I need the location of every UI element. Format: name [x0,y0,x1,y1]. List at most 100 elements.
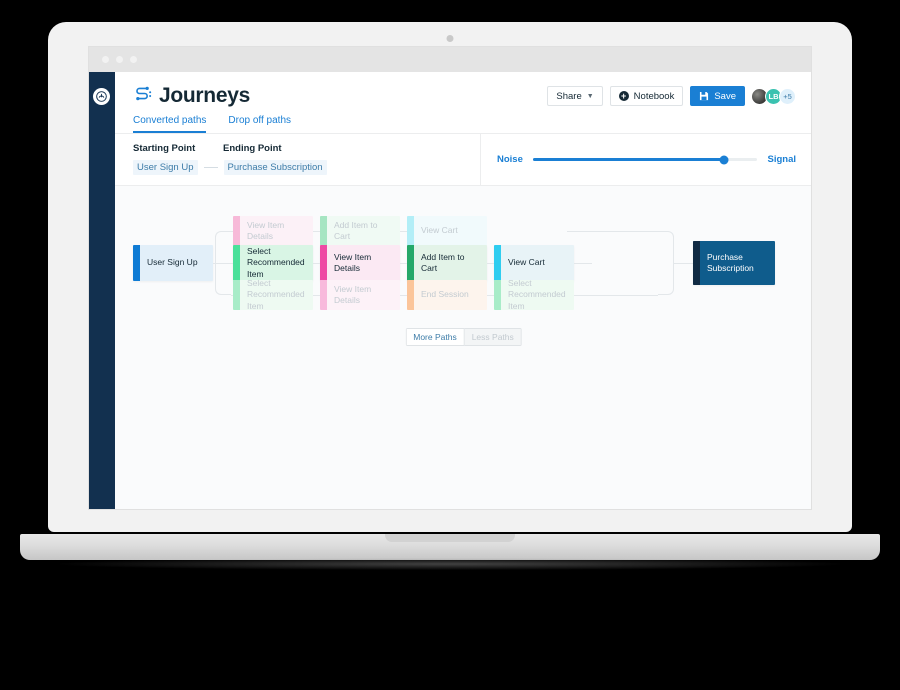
screenshot-stage: Journeys Share ▼ + Notebook Save LB +5 C… [0,0,900,690]
node-accent-bar [233,245,240,281]
connector [313,295,320,296]
connector [400,231,407,232]
filters-row: Starting Point Ending Point User Sign Up… [115,133,812,186]
brand: Journeys [133,84,250,108]
node-middle-row-2[interactable]: Add Item to Cart [407,245,487,281]
less-paths-button[interactable]: Less Paths [464,328,522,346]
chip-connector [203,167,218,168]
ending-point-chip[interactable]: Purchase Subscription [223,160,327,175]
slider-track[interactable] [532,155,758,164]
app-header: Journeys Share ▼ + Notebook Save LB +5 [115,72,812,108]
window-close-dot[interactable] [102,55,109,63]
connector [400,263,407,264]
avatar-overflow-count[interactable]: +5 [779,87,796,105]
journey-canvas: User Sign Up View Item Details Add Item to… [115,186,812,510]
node-label: View Item Details [334,283,372,305]
connector [213,263,233,264]
node-top-row-1[interactable]: Add Item to Cart [320,216,400,246]
tab-drop-off-paths[interactable]: Drop off paths [228,115,291,133]
node-accent-bar [320,216,327,246]
node-end-purchase-subscription[interactable]: Purchase Subscription [693,241,775,285]
journey-flow: User Sign Up View Item Details Add Item to… [115,186,812,510]
node-accent-bar [133,245,140,281]
node-accent-bar [494,245,501,281]
share-button[interactable]: Share ▼ [547,86,603,106]
chevron-down-icon: ▼ [586,92,594,100]
node-bottom-row-3[interactable]: Select Recommended Item [494,277,574,311]
connector [313,263,320,264]
browser-chrome-bar [88,46,812,72]
node-middle-row-1[interactable]: View Item Details [320,245,400,281]
connector [567,231,658,232]
share-label: Share [556,90,582,102]
browser-window: Journeys Share ▼ + Notebook Save LB +5 C… [88,46,812,510]
node-label: Add Item to Cart [421,251,465,273]
connector [574,263,592,264]
app-logo-icon[interactable] [93,88,110,105]
laptop-base [20,534,880,560]
window-maximize-dot[interactable] [130,55,137,63]
node-accent-bar [407,216,414,246]
more-paths-button[interactable]: More Paths [405,328,465,346]
connector [231,263,233,264]
laptop-shadow [60,558,840,570]
slider-left-label: Noise [497,154,523,165]
noise-signal-slider: Noise Signal [481,134,812,185]
connector [487,263,494,264]
node-bottom-row-0[interactable]: Select Recommended Item [233,277,313,311]
plus-circle-icon: + [618,91,629,101]
connector [313,231,320,232]
node-label: Add Item to Cart [334,219,378,241]
node-bottom-row-1[interactable]: View Item Details [320,280,400,310]
slider-knob[interactable] [719,155,729,164]
points-filter: Starting Point Ending Point User Sign Up… [115,134,481,185]
starting-point-label: Starting Point [133,143,196,154]
notebook-button[interactable]: + Notebook [609,86,684,106]
node-label: Select Recommended Item [508,277,566,311]
connector [231,231,233,232]
window-minimize-dot[interactable] [116,55,123,63]
webcam-icon [446,35,454,42]
node-label: Select Recommended Item [247,245,305,279]
node-top-row-2[interactable]: View Cart [407,216,487,246]
app-container: Journeys Share ▼ + Notebook Save LB +5 C… [115,72,812,510]
left-nav-rail [88,72,115,510]
node-accent-bar [320,245,327,281]
tab-converted-paths[interactable]: Converted paths [133,115,207,133]
node-accent-bar [233,216,240,246]
node-label: View Cart [508,257,545,268]
floppy-disk-icon [699,91,709,101]
save-button[interactable]: Save [690,86,745,106]
node-top-row-0[interactable]: View Item Details [233,216,313,246]
slider-right-label: Signal [767,154,796,165]
node-label: View Item Details [247,219,285,241]
node-label: User Sign Up [147,257,198,268]
connector [487,295,494,296]
window-body: Journeys Share ▼ + Notebook Save LB +5 C… [88,72,812,510]
notebook-label: Notebook [633,90,675,102]
node-label: Select Recommended Item [247,277,305,311]
node-middle-row-3[interactable]: View Cart [494,245,574,281]
node-accent-bar [693,241,700,285]
connector [574,295,658,296]
node-label: View Cart [421,225,458,236]
node-accent-bar [407,280,414,310]
connector [674,263,694,264]
starting-point-chip[interactable]: User Sign Up [133,160,198,175]
node-start-user-sign-up[interactable]: User Sign Up [133,245,213,281]
node-accent-bar [494,280,501,310]
node-accent-bar [407,245,414,281]
node-bottom-row-2[interactable]: End Session [407,280,487,310]
node-middle-row-0[interactable]: Select Recommended Item [233,245,313,281]
connector [400,295,407,296]
save-label: Save [714,90,736,102]
journeys-s-path-icon [133,85,152,107]
tab-bar: Converted paths Drop off paths [115,108,812,133]
node-label: Purchase Subscription [707,251,754,273]
node-label: View Item Details [334,251,372,273]
ending-point-label: Ending Point [223,143,282,154]
connector [231,295,233,296]
node-accent-bar [233,280,240,310]
connector-bracket [658,231,674,295]
toolbar: Share ▼ + Notebook Save LB +5 [547,84,796,106]
